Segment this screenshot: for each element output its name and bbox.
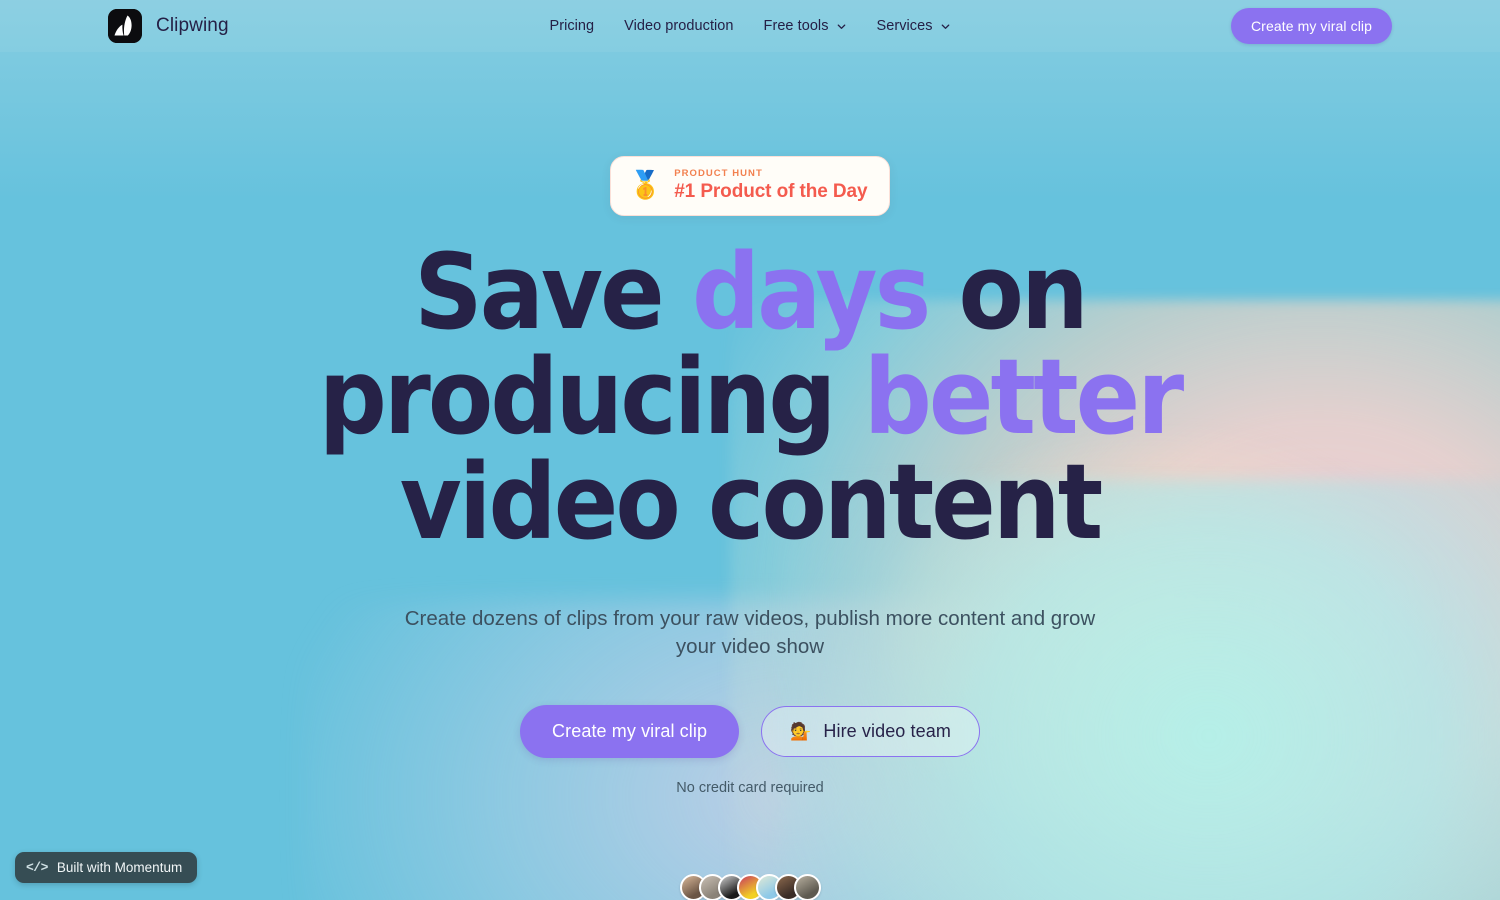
headline-part-3: video content [399,441,1103,564]
no-credit-card-note: No credit card required [676,780,824,797]
product-hunt-title: #1 Product of the Day [674,181,868,202]
nav-link-services[interactable]: Services [877,18,951,34]
brand-home-link[interactable]: Clipwing [108,9,229,43]
hire-video-team-button[interactable]: 💁 Hire video team [761,706,980,758]
hero-cta-row: Create my viral clip 💁 Hire video team [520,705,980,759]
nav-create-viral-clip-button[interactable]: Create my viral clip [1230,8,1392,44]
nav-link-free-tools[interactable]: Free tools [764,18,847,34]
chevron-down-icon [837,23,845,29]
clipwing-logo-icon [108,9,142,43]
headline-accent-days: days [691,231,931,353]
nav-link-pricing[interactable]: Pricing [549,18,594,34]
code-icon: </> [26,860,48,875]
nav-link-video-production-label: Video production [624,18,734,34]
social-proof-section: Loved by 2000+ creators [667,874,833,900]
nav-link-video-production[interactable]: Video production [624,18,733,34]
product-hunt-badge[interactable]: 🥇 PRODUCT HUNT #1 Product of the Day [609,156,891,216]
creator-avatar-7 [793,874,821,900]
person-tipping-hand-icon: 💁 [790,722,812,742]
gold-medal-icon: 🥇 [628,170,663,200]
chevron-down-icon [941,23,949,29]
hire-video-team-label: Hire video team [823,721,951,742]
product-hunt-badge-texts: PRODUCT HUNT #1 Product of the Day [674,168,867,203]
built-with-momentum-label: Built with Momentum [56,860,183,875]
page-title: Save days on producing better video cont… [233,239,1267,555]
built-with-momentum-badge[interactable]: </> Built with Momentum [15,852,198,883]
hero-create-viral-clip-button[interactable]: Create my viral clip [520,705,740,759]
product-hunt-kicker: PRODUCT HUNT [674,168,763,179]
nav-actions: Create my viral clip [1230,8,1392,44]
nav-link-pricing-label: Pricing [549,18,595,34]
headline-accent-better: better [863,336,1184,459]
headline-part-1: Save [414,231,692,353]
hero-section: 🥇 PRODUCT HUNT #1 Product of the Day Sav… [0,52,1500,900]
nav-link-services-label: Services [876,18,933,34]
brand-name: Clipwing [156,15,229,36]
creator-avatar-group [679,874,821,900]
hero-subheadline: Create dozens of clips from your raw vid… [404,607,1096,659]
nav-link-free-tools-label: Free tools [763,18,829,34]
top-navigation-bar: Clipwing Pricing Video production Free t… [0,0,1500,52]
